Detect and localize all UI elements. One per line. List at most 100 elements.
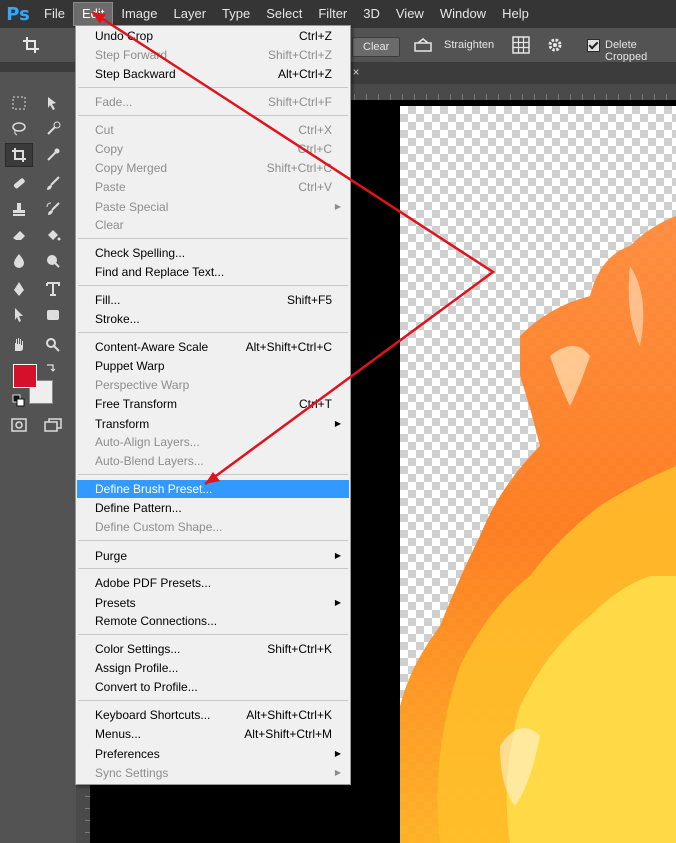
move-tool-icon[interactable] (40, 92, 66, 114)
menu-item-menus[interactable]: Menus... Alt+Shift+Ctrl+M (77, 725, 349, 743)
clone-stamp-icon[interactable] (6, 198, 32, 220)
menu-item-fade[interactable]: Fade... Shift+Ctrl+F (77, 93, 349, 111)
menu-item-label: Puppet Warp (95, 359, 165, 373)
menu-item-label: Define Brush Preset... (95, 482, 213, 496)
straighten-icon[interactable] (414, 37, 432, 56)
menu-filter[interactable]: Filter (310, 2, 355, 26)
menu-item-label: Fade... (95, 95, 133, 109)
gear-icon[interactable] (546, 36, 564, 57)
fire-image (400, 216, 676, 843)
menu-item-undo-crop[interactable]: Undo Crop Ctrl+Z (77, 27, 349, 45)
menu-item-color-settings[interactable]: Color Settings... Shift+Ctrl+K (77, 640, 349, 658)
dodge-tool-icon[interactable] (40, 250, 66, 272)
menu-item-transform[interactable]: Transform ▶ (77, 415, 349, 433)
menu-item-fill[interactable]: Fill... Shift+F5 (77, 291, 349, 309)
menu-item-convert-to-profile[interactable]: Convert to Profile... (77, 678, 349, 696)
menu-item-cut[interactable]: Cut Ctrl+X (77, 121, 349, 139)
menu-item-copy-merged[interactable]: Copy Merged Shift+Ctrl+C (77, 159, 349, 177)
document-canvas[interactable] (400, 106, 676, 843)
straighten-label[interactable]: Straighten (444, 39, 494, 51)
menu-window[interactable]: Window (432, 2, 494, 26)
grid-overlay-icon[interactable] (512, 36, 530, 57)
menu-item-copy[interactable]: Copy Ctrl+C (77, 140, 349, 158)
menu-item-remote-connections[interactable]: Remote Connections... (77, 612, 349, 630)
menu-item-label: Keyboard Shortcuts... (95, 708, 211, 722)
swap-colors-icon[interactable] (38, 358, 64, 380)
menu-item-auto-align-layers[interactable]: Auto-Align Layers... (77, 433, 349, 451)
screen-mode-icon[interactable] (40, 414, 66, 436)
close-icon[interactable]: × (350, 66, 362, 78)
crop-tool-icon[interactable] (5, 143, 33, 167)
rectangular-marquee-icon[interactable] (6, 92, 32, 114)
submenu-arrow-icon: ▶ (334, 551, 341, 560)
blur-tool-icon[interactable] (6, 250, 32, 272)
menu-item-adobe-pdf-presets[interactable]: Adobe PDF Presets... (77, 574, 349, 592)
menu-3d[interactable]: 3D (355, 2, 388, 26)
menu-item-label: Auto-Align Layers... (95, 435, 200, 449)
menu-item-perspective-warp[interactable]: Perspective Warp (77, 376, 349, 394)
menu-file[interactable]: File (36, 2, 73, 26)
menu-item-sync-settings[interactable]: Sync Settings ▶ (77, 764, 349, 782)
quick-selection-icon[interactable] (40, 118, 66, 140)
menu-item-stroke[interactable]: Stroke... (77, 310, 349, 328)
menu-help[interactable]: Help (494, 2, 537, 26)
menu-item-check-spelling[interactable]: Check Spelling... (77, 244, 349, 262)
menu-item-label: Check Spelling... (95, 246, 186, 260)
menu-item-define-custom-shape[interactable]: Define Custom Shape... (77, 518, 349, 536)
menu-item-free-transform[interactable]: Free Transform Ctrl+T (77, 395, 349, 413)
menu-item-paste[interactable]: Paste Ctrl+V (77, 178, 349, 196)
menu-item-assign-profile[interactable]: Assign Profile... (77, 659, 349, 677)
history-brush-icon[interactable] (40, 198, 66, 220)
menu-type[interactable]: Type (214, 2, 258, 26)
menu-item-auto-blend-layers[interactable]: Auto-Blend Layers... (77, 452, 349, 470)
menu-view[interactable]: View (388, 2, 432, 26)
brush-icon[interactable] (40, 172, 66, 194)
menu-item-content-aware-scale[interactable]: Content-Aware Scale Alt+Shift+Ctrl+C (77, 338, 349, 356)
menu-item-label: Define Custom Shape... (95, 520, 223, 534)
menu-item-puppet-warp[interactable]: Puppet Warp (77, 357, 349, 375)
menu-select[interactable]: Select (258, 2, 310, 26)
photoshop-logo: Ps (6, 3, 30, 25)
healing-brush-icon[interactable] (6, 172, 32, 194)
paint-bucket-icon[interactable] (40, 224, 66, 246)
menu-item-label: Fill... (95, 293, 121, 307)
eraser-icon[interactable] (6, 224, 32, 246)
clear-button[interactable]: Clear (352, 37, 401, 57)
rectangle-tool-icon[interactable] (40, 304, 66, 326)
menu-item-find-replace[interactable]: Find and Replace Text... (77, 263, 349, 281)
menu-item-presets[interactable]: Presets ▶ (77, 594, 349, 612)
edit-menu-dropdown: Undo Crop Ctrl+Z Step Forward Shift+Ctrl+Z… (75, 25, 351, 785)
foreground-color-swatch[interactable] (13, 364, 37, 388)
lasso-icon[interactable] (6, 118, 32, 140)
crop-tool-preset-icon[interactable] (22, 36, 42, 57)
menu-item-purge[interactable]: Purge ▶ (77, 547, 349, 565)
menu-item-keyboard-shortcuts[interactable]: Keyboard Shortcuts... Alt+Shift+Ctrl+K (77, 706, 349, 724)
hand-tool-icon[interactable] (6, 334, 32, 356)
menu-item-label: Copy (95, 142, 124, 156)
type-tool-icon[interactable] (40, 278, 66, 300)
quick-mask-icon[interactable] (6, 414, 32, 436)
menu-image[interactable]: Image (113, 2, 165, 26)
menu-separator (78, 474, 348, 475)
menu-item-label: Convert to Profile... (95, 680, 198, 694)
menu-edit[interactable]: Edit (72, 2, 114, 26)
menu-item-define-brush-preset[interactable]: Define Brush Preset... (77, 480, 349, 498)
menu-item-label: Undo Crop (95, 29, 154, 43)
menu-item-paste-special[interactable]: Paste Special ▶ (77, 198, 349, 216)
menu-item-define-pattern[interactable]: Define Pattern... (77, 499, 349, 517)
eyedropper-icon[interactable] (40, 144, 66, 166)
menu-separator (78, 700, 348, 701)
menu-item-preferences[interactable]: Preferences ▶ (77, 745, 349, 763)
delete-cropped-checkbox[interactable] (587, 39, 600, 52)
menu-item-label: Paste (95, 180, 126, 194)
menu-item-clear[interactable]: Clear (77, 216, 349, 234)
menu-layer[interactable]: Layer (166, 2, 215, 26)
menu-item-label: Content-Aware Scale (95, 340, 209, 354)
menu-item-step-backward[interactable]: Step Backward Alt+Ctrl+Z (77, 65, 349, 83)
menu-item-shortcut: Alt+Shift+Ctrl+C (245, 340, 332, 354)
menu-item-shortcut: Ctrl+V (298, 180, 332, 194)
path-selection-icon[interactable] (6, 304, 32, 326)
zoom-tool-icon[interactable] (40, 334, 66, 356)
pen-tool-icon[interactable] (6, 278, 32, 300)
menu-item-step-forward[interactable]: Step Forward Shift+Ctrl+Z (77, 46, 349, 64)
